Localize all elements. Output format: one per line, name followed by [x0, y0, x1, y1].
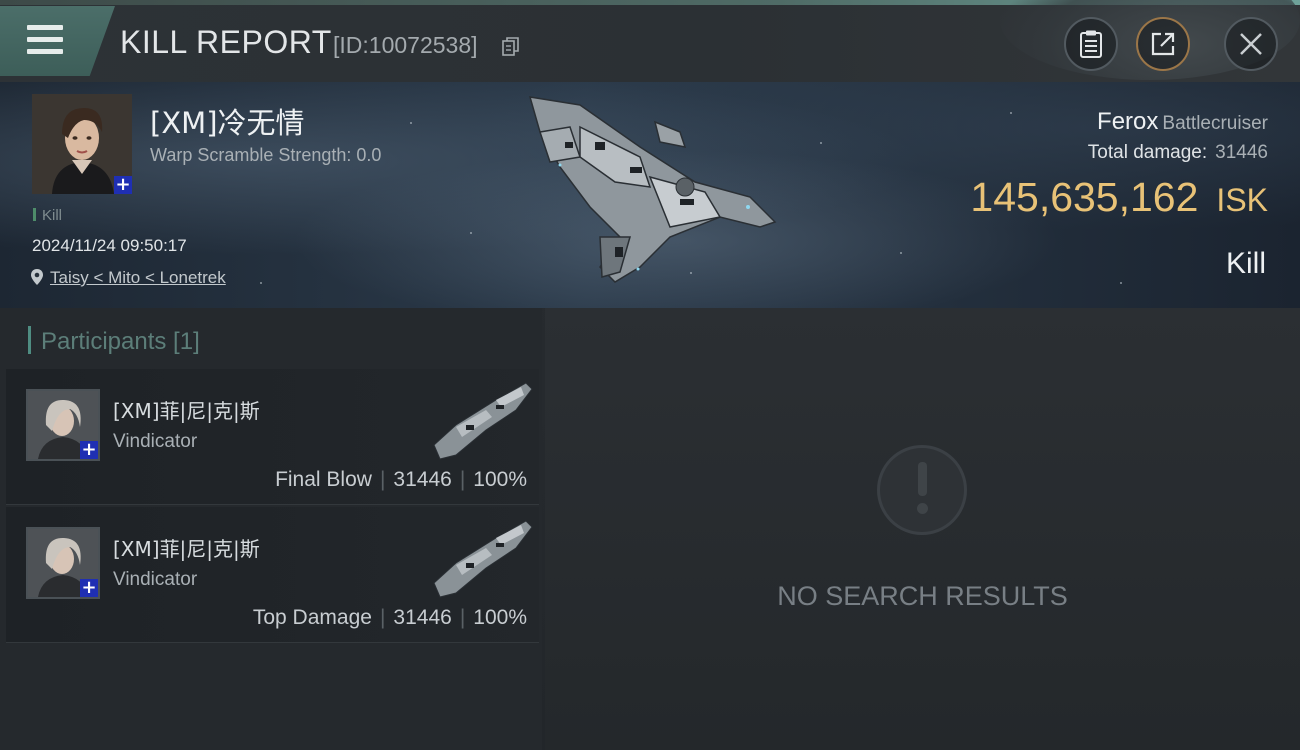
top-bar: KILL REPORT [ID:10072538] [0, 0, 1300, 82]
menu-button[interactable] [0, 6, 115, 76]
participant-stats: Final Blow | 31446 | 100% [275, 468, 527, 491]
participant-ship: Vindicator [113, 431, 198, 452]
participant-name: [XM]菲|尼|克|斯 [113, 537, 260, 561]
location-link[interactable]: Taisy < Mito < Lonetrek [30, 268, 226, 288]
participant-ship-image [433, 382, 533, 460]
copy-icon[interactable] [502, 37, 520, 57]
share-icon [1151, 32, 1175, 56]
participant-damage: 31446 [393, 606, 452, 629]
participants-heading: Participants [1] [28, 326, 200, 356]
location-text[interactable]: Taisy < Mito < Lonetrek [50, 268, 226, 287]
total-damage: Total damage: 31446 [1088, 142, 1268, 164]
close-icon [1240, 33, 1262, 55]
participant-percent: 100% [473, 606, 527, 629]
isk-amount: 145,635,162 [970, 174, 1199, 220]
participant-avatar[interactable]: + [26, 527, 100, 599]
warp-scramble: Warp Scramble Strength: 0.0 [150, 145, 382, 165]
victim-name: [XM]冷无情 [150, 106, 305, 140]
participants-title: Participants [1] [41, 328, 200, 355]
isk-value: 145,635,162 ISK [970, 174, 1268, 221]
isk-unit: ISK [1216, 182, 1268, 218]
kill-tag: Kill [33, 207, 62, 224]
details-panel: NO SEARCH RESULTS [545, 308, 1300, 750]
clipboard-icon [1080, 30, 1102, 58]
victim-portrait[interactable]: + [32, 94, 132, 194]
participant-row[interactable]: + [XM]菲|尼|克|斯 Vindicator Top Damage | 3144… [6, 507, 539, 643]
location-pin-icon [31, 269, 43, 285]
participant-percent: 100% [473, 468, 527, 491]
plus-icon[interactable]: + [80, 579, 98, 597]
participant-name: [XM]菲|尼|克|斯 [113, 399, 260, 423]
kill-result: Kill [1225, 247, 1266, 280]
participant-role: Top Damage [252, 606, 372, 629]
victim-ship: Ferox Battlecruiser [1097, 108, 1268, 136]
participant-avatar[interactable]: + [26, 389, 100, 461]
victim-ship-image [528, 96, 777, 283]
share-button[interactable] [1136, 17, 1190, 71]
report-id: [ID:10072538] [333, 32, 478, 58]
plus-icon[interactable]: + [80, 441, 98, 459]
kill-tag-label: Kill [42, 207, 63, 224]
participant-ship: Vindicator [113, 569, 198, 590]
kill-datetime: 2024/11/24 09:50:17 [32, 236, 187, 255]
participant-stats: Top Damage | 31446 | 100% [252, 606, 527, 629]
participant-damage: 31446 [393, 468, 452, 491]
participants-panel: Participants [1] + [XM]菲|尼|克|斯 Vindicato… [0, 308, 542, 750]
exclamation-icon [877, 445, 967, 535]
plus-icon[interactable]: + [114, 176, 132, 194]
participant-ship-image [433, 520, 533, 598]
total-damage-label: Total damage: [1087, 142, 1208, 163]
participant-role: Final Blow [275, 468, 372, 491]
page-title: KILL REPORT [120, 24, 332, 60]
empty-state-message: NO SEARCH RESULTS [777, 581, 1068, 611]
close-button[interactable] [1224, 17, 1278, 71]
victim-banner: + [XM]冷无情 Warp Scramble Strength: 0.0 Ki… [0, 82, 1300, 308]
ship-name: Ferox [1097, 108, 1159, 135]
clipboard-button[interactable] [1064, 17, 1118, 71]
ship-class: Battlecruiser [1162, 113, 1268, 134]
total-damage-value: 31446 [1215, 142, 1268, 163]
participant-row[interactable]: + [XM]菲|尼|克|斯 Vindicator Final Blow | 3144… [6, 369, 539, 505]
kill-report-screen: KILL REPORT [ID:10072538] + [XM]冷无情 Warp… [0, 0, 1300, 750]
